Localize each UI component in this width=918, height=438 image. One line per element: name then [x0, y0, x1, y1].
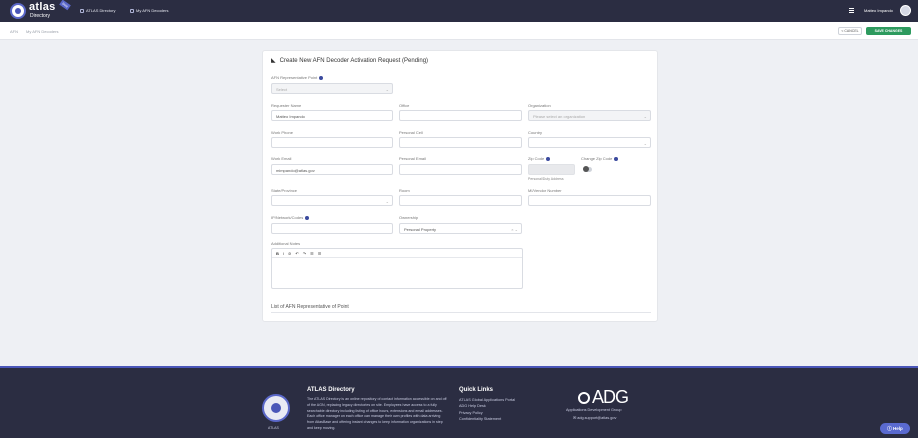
notes-editor[interactable]: B I ⊘ ↶ ↷ ☰ ☰ — [271, 248, 523, 289]
adg-logo: ADG — [592, 387, 629, 407]
italic-icon[interactable]: I — [283, 251, 284, 256]
logo-subtitle: Directory — [30, 13, 51, 19]
chevron-down-icon: ⌄ — [385, 87, 389, 92]
adg-email-link[interactable]: ✉ adg.support@atlas.gov — [573, 415, 616, 420]
notes-label: Additional Notes — [271, 241, 301, 246]
menu-icon[interactable] — [849, 8, 854, 13]
footer-description: The ATLAS Directory is an online reposit… — [307, 397, 447, 430]
form-title: ◣ Create New AFN Decoder Activation Requ… — [271, 57, 429, 65]
work-email-field[interactable]: mimpando@atlas.gov — [271, 164, 393, 175]
work-phone-field[interactable] — [271, 137, 393, 148]
requester-name-label: Requester Name — [271, 103, 302, 108]
footer: ATLAS ATLAS Directory The ATLAS Director… — [0, 366, 918, 438]
decoder-icon: ◣ — [271, 58, 276, 64]
form-title-text: Create New AFN Decoder Activation Reques… — [279, 57, 429, 64]
work-phone-label: Work Phone — [271, 130, 293, 135]
ip-access-label: IP/Network/Codes — [271, 215, 310, 220]
mi-vendor-field[interactable] — [528, 195, 651, 206]
breadcrumb-afn[interactable]: AFN — [10, 29, 18, 34]
nav-label: My AFN Decoders — [136, 8, 169, 13]
chevron-down-icon: ⌄ — [385, 199, 389, 204]
work-email-label: Work Email — [271, 156, 292, 161]
bullet-list-icon[interactable]: ☰ — [310, 251, 314, 256]
atlas-footer-logo — [262, 394, 290, 422]
decoder-icon — [130, 8, 134, 13]
redo-icon[interactable]: ↷ — [303, 251, 306, 256]
chevron-down-icon: ⌄ — [643, 141, 647, 146]
organization-label: Organization — [528, 103, 551, 108]
chevron-down-icon: ⌄ — [643, 114, 647, 119]
globe-icon — [10, 3, 26, 19]
quick-link[interactable]: Confidentiality Statement — [459, 416, 515, 422]
office-field[interactable] — [399, 110, 522, 121]
personal-email-label: Personal Email — [399, 156, 426, 161]
change-zip-toggle[interactable] — [583, 166, 592, 172]
zip-code-label: Zip Code — [528, 156, 551, 161]
chevron-down-icon: × ⌄ — [511, 227, 518, 232]
breadcrumb-bar: AFN My AFN Decoders < CANCEL SAVE CHANGE… — [0, 22, 918, 40]
nav-my-afn-decoders[interactable]: My AFN Decoders — [130, 8, 168, 13]
help-button[interactable]: ⓘ Help — [880, 423, 910, 434]
ownership-label: Ownership — [399, 215, 419, 220]
info-icon[interactable] — [614, 156, 619, 161]
country-select[interactable]: ⌄ — [528, 137, 651, 148]
save-changes-button[interactable]: SAVE CHANGES — [866, 27, 911, 35]
afn-rep-select[interactable]: Select ⌄ — [271, 83, 393, 94]
mi-vendor-label: MI/Vendor Number — [528, 188, 562, 193]
change-zip-label: Change Zip Code — [581, 156, 619, 161]
zip-code-field — [528, 164, 575, 175]
afn-rep-list-title: List of AFN Representative of Point — [271, 304, 349, 310]
top-navigation-bar: atlas Directory Beta ATLAS Directory My … — [0, 0, 918, 22]
quick-links: ATLAS Global Applications Portal ADG Hel… — [459, 397, 515, 423]
beta-badge: Beta — [59, 0, 71, 11]
state-label: State/Province — [271, 188, 298, 193]
nav-atlas-directory[interactable]: ATLAS Directory — [80, 8, 116, 13]
footer-logo-caption: ATLAS — [268, 426, 279, 430]
info-icon[interactable] — [319, 75, 324, 80]
footer-title: ATLAS Directory — [307, 387, 355, 393]
avatar[interactable] — [900, 5, 911, 16]
info-icon[interactable] — [305, 215, 310, 220]
personal-email-field[interactable] — [399, 164, 522, 175]
state-select[interactable]: ⌄ — [271, 195, 393, 206]
office-label: Office — [399, 103, 410, 108]
logo-name: atlas — [29, 1, 56, 13]
personal-cell-label: Personal Cell — [399, 130, 423, 135]
request-form-card: ◣ Create New AFN Decoder Activation Requ… — [262, 50, 658, 322]
user-name[interactable]: Matteo Impando — [864, 8, 893, 13]
undo-icon[interactable]: ↶ — [295, 251, 298, 256]
personal-cell-field[interactable] — [399, 137, 522, 148]
ip-access-field[interactable] — [271, 223, 393, 234]
afn-rep-label: AFN Representative Point — [271, 75, 324, 80]
country-label: Country — [528, 130, 543, 135]
divider — [271, 312, 651, 313]
requester-name-field[interactable]: Matteo Impando — [271, 110, 393, 121]
room-field[interactable] — [399, 195, 522, 206]
nav-label: ATLAS Directory — [86, 8, 116, 13]
ownership-select[interactable]: Personal Property × ⌄ — [399, 223, 522, 234]
editor-toolbar: B I ⊘ ↶ ↷ ☰ ☰ — [272, 249, 522, 258]
breadcrumb-current: My AFN Decoders — [26, 29, 59, 34]
numbered-list-icon[interactable]: ☰ — [318, 251, 322, 256]
atlas-logo[interactable]: atlas Directory Beta — [10, 0, 71, 20]
adg-logo-circle — [578, 392, 590, 404]
cancel-button[interactable]: < CANCEL — [838, 27, 862, 35]
room-label: Room — [399, 188, 410, 193]
clear-format-icon[interactable]: ⊘ — [288, 251, 291, 256]
directory-icon — [80, 8, 84, 13]
organization-select[interactable]: Please select an organization ⌄ — [528, 110, 651, 121]
zip-hint: Personal/Duty Address — [528, 177, 564, 181]
quick-links-title: Quick Links — [459, 387, 494, 393]
info-icon[interactable] — [546, 156, 551, 161]
adg-subtitle: Applications Development Group — [566, 408, 622, 412]
bold-icon[interactable]: B — [276, 251, 279, 256]
